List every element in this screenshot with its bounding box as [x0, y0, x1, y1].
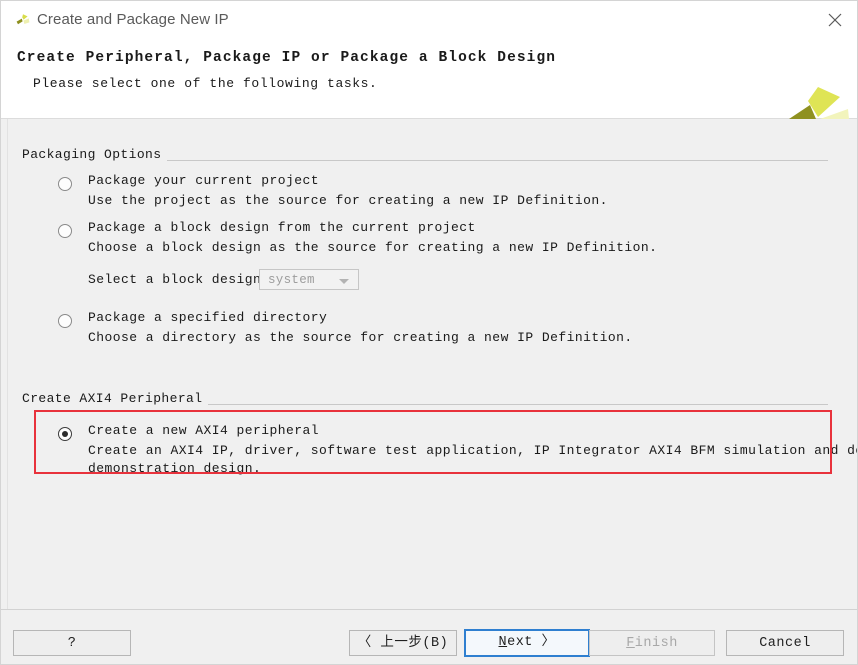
- option-title[interactable]: Package a block design from the current …: [88, 220, 476, 235]
- packaging-options-section-label: Packaging Options: [22, 147, 168, 162]
- create-package-new-ip-dialog: Create and Package New IP Create Periphe…: [0, 0, 858, 665]
- cancel-button[interactable]: Cancel: [726, 630, 844, 656]
- close-icon[interactable]: [813, 1, 857, 39]
- finish-button-mnemonic: F: [626, 636, 635, 651]
- window-title: Create and Package New IP: [37, 11, 229, 28]
- chevron-down-icon: [339, 279, 349, 284]
- radio-package-current-project[interactable]: [58, 177, 72, 191]
- dialog-body: Packaging Options Package your current p…: [1, 119, 857, 609]
- page-subtitle: Please select one of the following tasks…: [33, 76, 378, 91]
- dialog-body-inner: Packaging Options Package your current p…: [7, 119, 857, 609]
- help-button[interactable]: ?: [13, 630, 131, 656]
- option-description-line-1: Create an AXI4 IP, driver, software test…: [88, 443, 858, 458]
- finish-button-label: inish: [634, 636, 678, 651]
- radio-package-block-design[interactable]: [58, 224, 72, 238]
- next-button[interactable]: Next 〉: [464, 629, 590, 657]
- next-button-mnemonic: N: [498, 635, 508, 650]
- option-title[interactable]: Package a specified directory: [88, 310, 327, 325]
- dialog-header: Create Peripheral, Package IP or Package…: [1, 40, 857, 139]
- option-description: Choose a directory as the source for cre…: [88, 330, 633, 345]
- page-title: Create Peripheral, Package IP or Package…: [17, 50, 557, 66]
- finish-button[interactable]: Finish: [589, 630, 715, 656]
- vivado-logo-icon: [14, 12, 32, 30]
- radio-create-new-axi4-peripheral[interactable]: [58, 427, 72, 441]
- title-bar: Create and Package New IP: [1, 1, 857, 41]
- block-design-select[interactable]: system: [259, 269, 359, 290]
- option-description: Use the project as the source for creati…: [88, 193, 608, 208]
- option-description: Choose a block design as the source for …: [88, 240, 658, 255]
- block-design-selected-value: system: [268, 273, 315, 287]
- option-description-line-2: demonstration design.: [88, 461, 262, 476]
- select-block-design-label: Select a block design:: [88, 272, 270, 287]
- back-button[interactable]: 〈 上一步(B): [349, 630, 457, 656]
- option-title[interactable]: Create a new AXI4 peripheral: [88, 423, 319, 438]
- axi4-section-label: Create AXI4 Peripheral: [22, 391, 209, 406]
- next-button-label: ext 〉: [507, 635, 556, 650]
- radio-package-specified-directory[interactable]: [58, 314, 72, 328]
- option-title[interactable]: Package your current project: [88, 173, 319, 188]
